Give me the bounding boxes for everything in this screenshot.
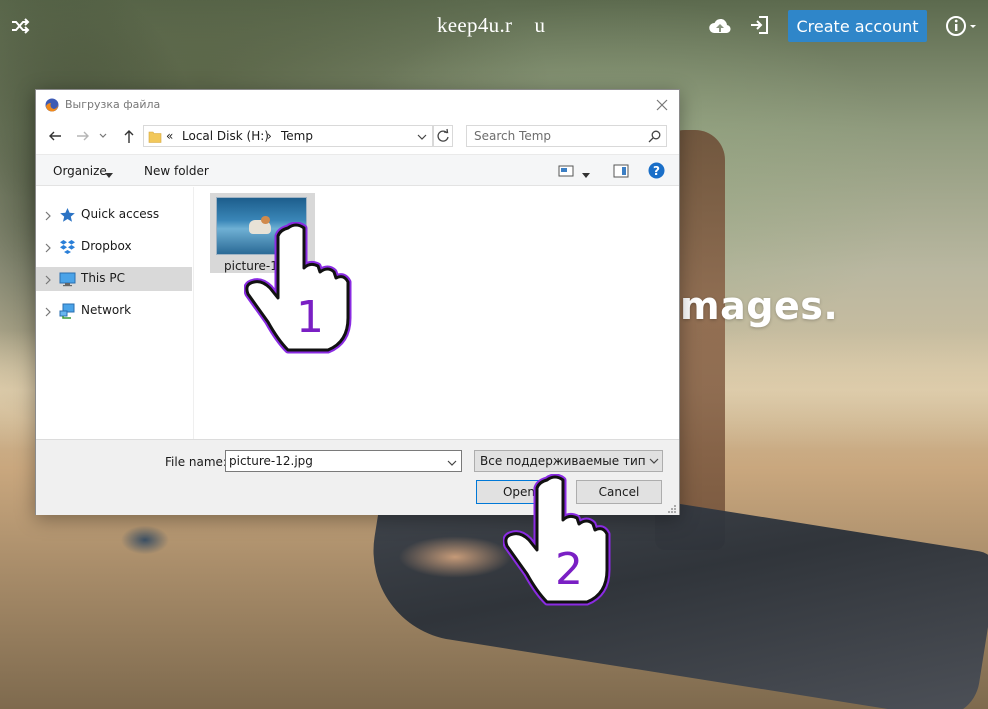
dialog-titlebar[interactable]: Выгрузка файла (36, 90, 679, 120)
breadcrumb-overflow[interactable]: « (166, 129, 173, 143)
create-account-button[interactable]: Create account (788, 10, 927, 42)
navigation-pane: Quick access Dropbox This PC Network (36, 187, 194, 439)
svg-text:?: ? (653, 164, 660, 178)
step-2-hand-cursor-icon: 2 (502, 473, 615, 608)
sidebar-item-this-pc[interactable]: This PC (36, 267, 192, 291)
sidebar-item-label: Quick access (81, 207, 160, 221)
up-arrow-icon[interactable] (120, 127, 138, 145)
sidebar-item-label: This PC (81, 271, 125, 285)
chevron-down-icon[interactable] (646, 451, 662, 471)
search-input[interactable]: Search Temp (466, 125, 667, 147)
search-placeholder: Search Temp (474, 129, 552, 143)
file-type-value: Все поддерживаемые типы (*. (480, 454, 663, 468)
shuffle-icon[interactable] (10, 16, 30, 36)
sidebar-item-dropbox[interactable]: Dropbox (36, 235, 192, 259)
preview-pane-icon[interactable] (613, 164, 629, 178)
site-brand[interactable]: keep4u.r u (437, 13, 545, 38)
recent-locations-chevron-icon[interactable] (98, 127, 108, 145)
top-navbar: keep4u.r u Create account (0, 0, 988, 52)
command-bar: Organize New folder ? (36, 154, 679, 186)
expand-chevron-icon[interactable] (44, 242, 52, 253)
star-icon (59, 207, 76, 223)
address-dropdown-button[interactable] (413, 125, 433, 147)
background-bird (105, 512, 175, 562)
file-upload-dialog: Выгрузка файла « Local Disk (H:) › Temp … (35, 89, 680, 515)
chevron-down-icon[interactable] (447, 457, 457, 467)
sidebar-item-label: Dropbox (81, 239, 132, 253)
info-circle-icon[interactable] (945, 14, 981, 38)
file-type-select[interactable]: Все поддерживаемые типы (*. (474, 450, 663, 472)
breadcrumb-local-disk[interactable]: Local Disk (H:) (182, 129, 269, 143)
help-icon[interactable]: ? (648, 162, 665, 179)
caret-down-icon[interactable] (582, 168, 590, 178)
sign-in-icon[interactable] (748, 14, 770, 36)
dropbox-icon (59, 239, 76, 255)
dialog-title: Выгрузка файла (65, 98, 161, 111)
file-name-label: File name: (165, 455, 227, 469)
new-folder-button[interactable]: New folder (144, 164, 209, 178)
caret-down-icon[interactable] (105, 168, 113, 178)
computer-icon (59, 271, 76, 287)
search-icon[interactable] (648, 130, 661, 143)
step-number: 2 (555, 544, 583, 595)
sidebar-item-network[interactable]: Network (36, 299, 192, 323)
file-name-input[interactable]: picture-12.jpg (225, 450, 462, 472)
folder-icon (148, 129, 162, 144)
step-1-hand-cursor-icon: 1 (243, 221, 356, 356)
address-bar[interactable]: « Local Disk (H:) › Temp (143, 125, 453, 147)
expand-chevron-icon[interactable] (44, 210, 52, 221)
address-row: « Local Disk (H:) › Temp Search Temp (36, 124, 679, 150)
change-view-icon[interactable] (558, 164, 574, 178)
firefox-icon (45, 98, 59, 112)
breadcrumb-temp[interactable]: Temp (281, 129, 313, 143)
breadcrumb-separator[interactable]: › (267, 129, 272, 143)
sidebar-item-label: Network (81, 303, 132, 317)
file-name-value: picture-12.jpg (229, 454, 313, 468)
hero-text: mages. (680, 284, 839, 328)
organize-menu-button[interactable]: Organize (53, 164, 107, 178)
close-icon[interactable] (651, 94, 673, 116)
back-arrow-icon[interactable] (46, 127, 64, 145)
network-icon (59, 303, 76, 319)
expand-chevron-icon[interactable] (44, 274, 52, 285)
expand-chevron-icon[interactable] (44, 306, 52, 317)
resize-grip-icon[interactable] (667, 503, 677, 513)
refresh-button[interactable] (433, 125, 453, 147)
cloud-upload-icon[interactable] (708, 15, 732, 37)
forward-arrow-icon[interactable] (74, 127, 92, 145)
step-number: 1 (296, 292, 324, 343)
sidebar-item-quick-access[interactable]: Quick access (36, 203, 192, 227)
